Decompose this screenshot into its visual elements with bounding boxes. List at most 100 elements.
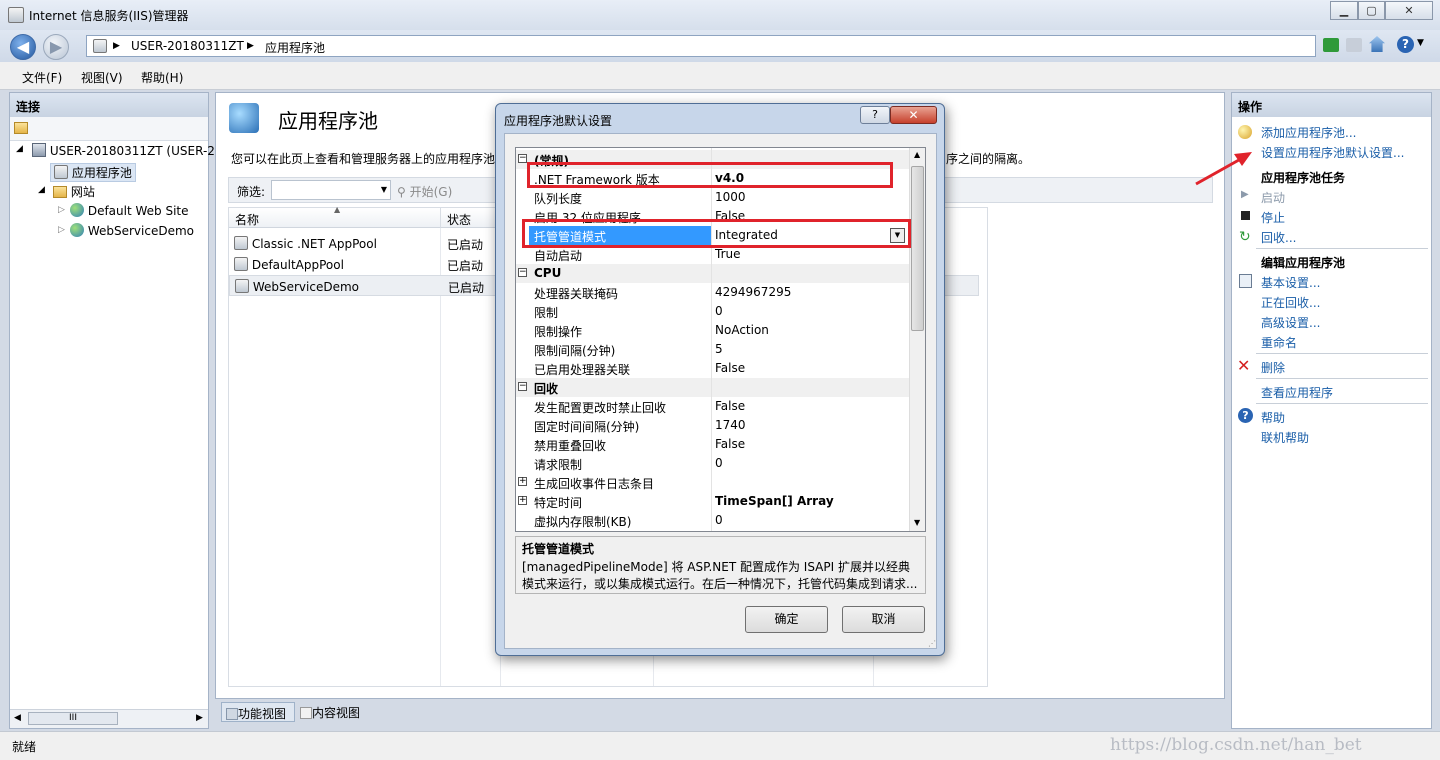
- menu-bar: 文件(F) 视图(V) 帮助(H): [0, 62, 1440, 90]
- action-delete[interactable]: 删除: [1261, 359, 1285, 376]
- go-button[interactable]: ⚲ 开始(G): [397, 183, 452, 200]
- tab-content-view[interactable]: 内容视图: [300, 704, 360, 721]
- collapse-icon[interactable]: −: [518, 154, 527, 163]
- dialog-help-button[interactable]: ?: [860, 106, 890, 124]
- property-row[interactable]: 禁用重叠回收 False: [516, 435, 909, 454]
- property-category[interactable]: − 回收: [516, 378, 909, 397]
- menu-help[interactable]: 帮助(H): [141, 69, 183, 86]
- property-name: 队列长度: [534, 192, 583, 206]
- home-icon[interactable]: [1369, 36, 1385, 52]
- actions-header: 操作: [1232, 93, 1431, 117]
- column-status[interactable]: 状态: [441, 208, 501, 228]
- tree-default-web-site[interactable]: Default Web Site: [70, 203, 189, 218]
- property-name: 处理器关联掩码: [534, 287, 619, 301]
- property-row[interactable]: 处理器关联掩码 4294967295: [516, 283, 909, 302]
- property-row[interactable]: 发生配置更改时禁止回收 False: [516, 397, 909, 416]
- help-icon: ?: [1238, 408, 1253, 423]
- horizontal-scrollbar[interactable]: ◀ III ▶: [10, 709, 208, 728]
- property-row[interactable]: 已启用处理器关联 False: [516, 359, 909, 378]
- minimize-button[interactable]: ▁: [1330, 1, 1358, 20]
- menu-view[interactable]: 视图(V): [81, 69, 123, 86]
- property-name: 自动启动: [534, 249, 583, 263]
- cancel-button[interactable]: 取消: [842, 606, 925, 633]
- collapse-icon[interactable]: ◢: [16, 144, 23, 154]
- description-line-1: [managedPipelineMode] 将 ASP.NET 配置成作为 IS…: [522, 560, 910, 574]
- action-stop[interactable]: 停止: [1261, 209, 1285, 226]
- property-name: 禁用重叠回收: [534, 439, 607, 453]
- menu-file[interactable]: 文件(F): [22, 69, 62, 86]
- server-icon: [32, 143, 46, 157]
- expand-icon[interactable]: ▷: [58, 225, 65, 235]
- collapse-icon[interactable]: −: [518, 382, 527, 391]
- action-add-app-pool[interactable]: 添加应用程序池...: [1261, 124, 1356, 141]
- help-dropdown-icon[interactable]: ▼: [1417, 38, 1424, 48]
- property-value: True: [715, 247, 741, 261]
- connections-header: 连接: [10, 93, 208, 117]
- tab-features-view[interactable]: 功能视图: [221, 702, 295, 722]
- basic-settings-icon: [1239, 274, 1252, 288]
- property-row[interactable]: 限制间隔(分钟) 5: [516, 340, 909, 359]
- property-name: 发生配置更改时禁止回收: [534, 401, 667, 415]
- property-value: 4294967295: [715, 285, 792, 299]
- property-row[interactable]: 限制 0: [516, 302, 909, 321]
- property-row[interactable]: 虚拟内存限制(KB) 0: [516, 511, 909, 530]
- breadcrumb-separator-icon: ▶: [247, 41, 254, 51]
- expand-icon[interactable]: +: [518, 496, 527, 505]
- property-name: 回收: [534, 382, 559, 396]
- collapse-icon[interactable]: −: [518, 268, 527, 277]
- expand-icon[interactable]: +: [518, 477, 527, 486]
- dialog-close-button[interactable]: ✕: [890, 106, 937, 124]
- tree-sites[interactable]: 网站: [53, 183, 95, 200]
- property-row[interactable]: + 生成回收事件日志条目: [516, 473, 909, 492]
- property-value: False: [715, 399, 746, 413]
- back-arrow-icon[interactable]: ◀: [10, 34, 36, 60]
- sites-folder-icon: [53, 186, 67, 198]
- tree-app-pools[interactable]: 应用程序池: [50, 163, 136, 182]
- property-value: 5: [715, 342, 723, 356]
- property-name: 固定时间间隔(分钟): [534, 420, 640, 434]
- property-row[interactable]: 队列长度 1000: [516, 188, 909, 207]
- expand-icon[interactable]: ▷: [58, 205, 65, 215]
- property-row[interactable]: + 特定时间 TimeSpan[] Array: [516, 492, 909, 511]
- start-icon: ▶: [1241, 189, 1249, 200]
- action-online-help[interactable]: 联机帮助: [1261, 429, 1309, 446]
- highlight-pipeline-mode: [522, 219, 911, 248]
- breadcrumb-server[interactable]: USER-20180311ZT: [131, 39, 244, 53]
- action-set-defaults[interactable]: 设置应用程序池默认设置...: [1261, 144, 1404, 161]
- action-basic-settings[interactable]: 基本设置...: [1261, 274, 1320, 291]
- maximize-button[interactable]: ▢: [1358, 1, 1385, 20]
- action-rename[interactable]: 重命名: [1261, 334, 1297, 351]
- property-row[interactable]: 请求限制 0: [516, 454, 909, 473]
- app-pool-icon: [234, 257, 248, 271]
- collapse-icon[interactable]: ◢: [38, 185, 45, 195]
- address-bar[interactable]: ▶ USER-20180311ZT ▶ 应用程序池: [86, 35, 1316, 57]
- action-help[interactable]: 帮助: [1261, 409, 1285, 426]
- close-button[interactable]: ✕: [1385, 1, 1433, 20]
- property-grid-scrollbar[interactable]: ▲ ▼: [909, 148, 925, 531]
- highlight-net-version: [527, 162, 893, 188]
- stop-icon[interactable]: [1346, 38, 1362, 52]
- app-pool-icon: [235, 279, 249, 293]
- action-advanced-settings[interactable]: 高级设置...: [1261, 314, 1320, 331]
- action-recycle[interactable]: 回收...: [1261, 229, 1296, 246]
- property-row[interactable]: 固定时间间隔(分钟) 1740: [516, 416, 909, 435]
- help-icon[interactable]: ?: [1397, 36, 1414, 53]
- filter-input[interactable]: ▼: [271, 180, 391, 200]
- property-category[interactable]: − CPU: [516, 264, 909, 283]
- property-row[interactable]: 限制操作 NoAction: [516, 321, 909, 340]
- ok-button[interactable]: 确定: [745, 606, 828, 633]
- tree-webservicedemo[interactable]: WebServiceDemo: [70, 223, 194, 238]
- breadcrumb-app-pools[interactable]: 应用程序池: [265, 39, 325, 56]
- action-start[interactable]: 启动: [1261, 189, 1285, 206]
- connect-icon[interactable]: [14, 122, 28, 134]
- section-edit-app-pool: 编辑应用程序池: [1261, 256, 1346, 270]
- app-pool-icon: [234, 236, 248, 250]
- action-recycling[interactable]: 正在回收...: [1261, 294, 1320, 311]
- forward-arrow-icon[interactable]: ▶: [43, 34, 69, 60]
- resize-grip-icon[interactable]: ⋰: [928, 639, 936, 648]
- description-title: 托管管道模式: [522, 542, 595, 556]
- action-view-applications[interactable]: 查看应用程序: [1261, 384, 1333, 401]
- content-view-icon: [300, 707, 312, 719]
- tree-server[interactable]: USER-20180311ZT (USER-2: [32, 143, 215, 158]
- refresh-icon[interactable]: [1323, 38, 1339, 52]
